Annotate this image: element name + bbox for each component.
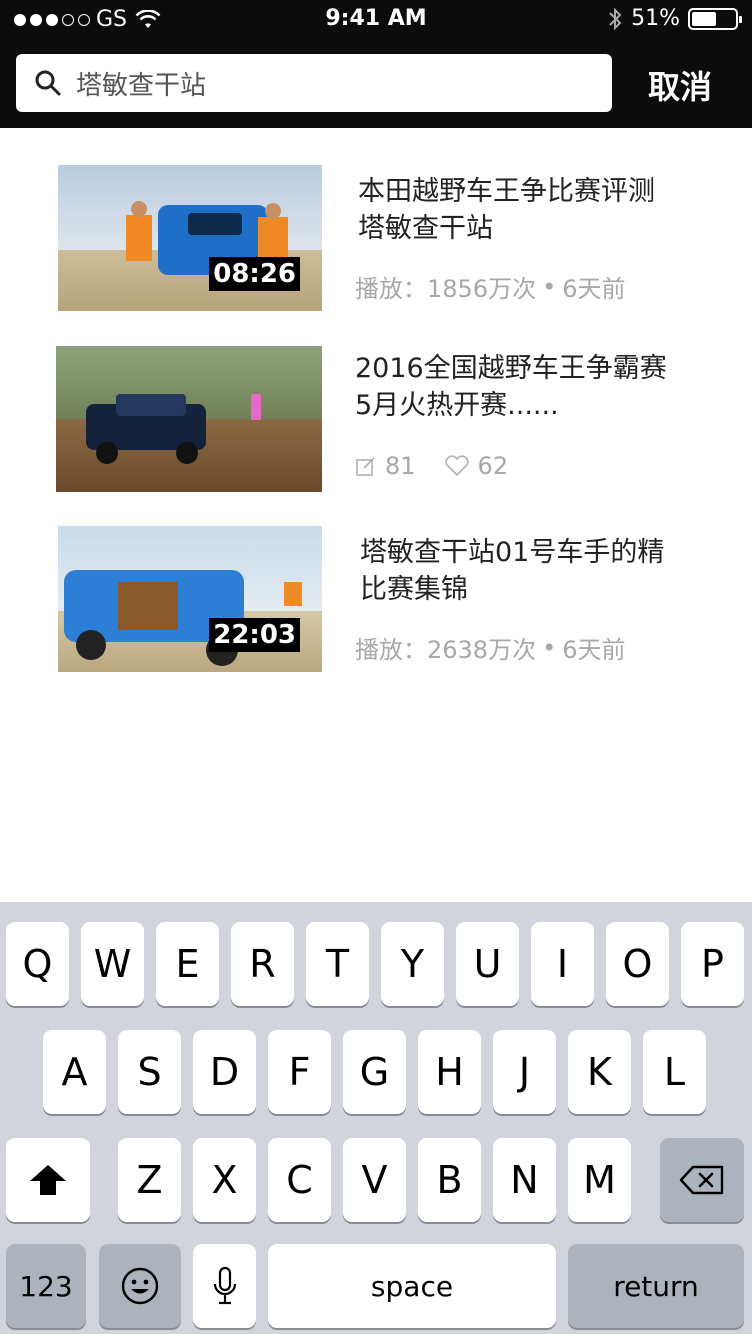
video-title-line: 塔敏查干站 (358, 213, 493, 244)
play-count: 播放：2638万次 (355, 636, 537, 664)
video-meta: 播放：1856万次 • 6天前 (355, 269, 626, 304)
key-d[interactable]: D (193, 1030, 256, 1114)
key-n[interactable]: N (493, 1138, 556, 1222)
search-header: 取消 (0, 40, 752, 128)
key-p[interactable]: P (681, 922, 744, 1006)
microphone-key[interactable] (193, 1244, 256, 1328)
key-t[interactable]: T (306, 922, 369, 1006)
video-title-line: 本田越野车王争比赛评测 (358, 176, 655, 207)
key-r[interactable]: R (231, 922, 294, 1006)
key-c[interactable]: C (268, 1138, 331, 1222)
key-k[interactable]: K (568, 1030, 631, 1114)
key-f[interactable]: F (268, 1030, 331, 1114)
video-title-line: 塔敏查干站01号车手的精 (360, 537, 665, 568)
like-count: 62 (477, 452, 509, 480)
search-field[interactable] (16, 54, 612, 112)
key-b[interactable]: B (418, 1138, 481, 1222)
video-thumbnail[interactable]: 08:26 (58, 165, 322, 311)
search-input[interactable] (76, 62, 596, 104)
key-o[interactable]: O (606, 922, 669, 1006)
separator-dot: • (542, 633, 557, 662)
video-duration: 08:26 (209, 257, 300, 291)
key-m[interactable]: M (568, 1138, 631, 1222)
key-v[interactable]: V (343, 1138, 406, 1222)
key-x[interactable]: X (193, 1138, 256, 1222)
comment-icon (356, 457, 375, 476)
key-g[interactable]: G (343, 1030, 406, 1114)
post-age: 6天前 (562, 636, 626, 664)
key-y[interactable]: Y (381, 922, 444, 1006)
numbers-key[interactable]: 123 (6, 1244, 86, 1328)
video-thumbnail[interactable]: 22:03 (58, 526, 322, 672)
space-key[interactable]: space (268, 1244, 556, 1328)
video-result-item[interactable]: 08:26 本田越野车王争比赛评测 塔敏查干站 播放：1856万次 • 6天前 (0, 165, 752, 311)
delete-key[interactable] (660, 1138, 744, 1222)
video-title: 本田越野车王争比赛评测 塔敏查干站 (358, 173, 728, 247)
article-title-line: 2016全国越野车王争霸赛 (355, 353, 667, 384)
bluetooth-icon (609, 7, 622, 30)
video-title-line: 比赛集锦 (360, 574, 468, 605)
key-q[interactable]: Q (6, 922, 69, 1006)
article-result-item[interactable]: 2016全国越野车王争霸赛 5月火热开赛...... 81 62 (0, 346, 752, 492)
post-age: 6天前 (562, 275, 626, 303)
play-count: 播放：1856万次 (355, 275, 537, 303)
battery-icon (688, 7, 742, 30)
shift-key[interactable] (6, 1138, 90, 1222)
key-j[interactable]: J (493, 1030, 556, 1114)
key-i[interactable]: I (531, 922, 594, 1006)
cancel-button[interactable]: 取消 (624, 62, 736, 108)
heart-icon (444, 455, 469, 477)
comment-count: 81 (385, 452, 416, 480)
key-z[interactable]: Z (118, 1138, 181, 1222)
article-thumbnail[interactable] (56, 346, 322, 492)
article-title: 2016全国越野车王争霸赛 5月火热开赛...... (355, 350, 725, 424)
key-l[interactable]: L (643, 1030, 706, 1114)
video-result-item[interactable]: 22:03 塔敏查干站01号车手的精 比赛集锦 播放：2638万次 • 6天前 (0, 526, 752, 672)
keyboard: Q W E R T Y U I O P A S D F G H J K L Z … (0, 902, 752, 1334)
video-meta: 播放：2638万次 • 6天前 (355, 630, 626, 665)
separator-dot: • (542, 272, 557, 301)
battery-percent: 51% (631, 6, 680, 31)
article-meta: 81 62 (355, 452, 508, 480)
status-bar: GS 9:41 AM 51% (0, 0, 752, 40)
key-s[interactable]: S (118, 1030, 181, 1114)
article-title-line: 5月火热开赛...... (355, 390, 559, 421)
return-key[interactable]: return (568, 1244, 744, 1328)
key-w[interactable]: W (81, 922, 144, 1006)
key-a[interactable]: A (43, 1030, 106, 1114)
key-h[interactable]: H (418, 1030, 481, 1114)
delete-icon (679, 1165, 724, 1195)
key-e[interactable]: E (156, 922, 219, 1006)
emoji-icon (121, 1267, 159, 1305)
emoji-key[interactable] (99, 1244, 181, 1328)
key-u[interactable]: U (456, 922, 519, 1006)
video-title: 塔敏查干站01号车手的精 比赛集锦 (360, 534, 730, 608)
search-icon (35, 70, 61, 96)
microphone-icon (213, 1266, 236, 1305)
shift-icon (30, 1165, 66, 1195)
video-duration: 22:03 (209, 618, 300, 652)
